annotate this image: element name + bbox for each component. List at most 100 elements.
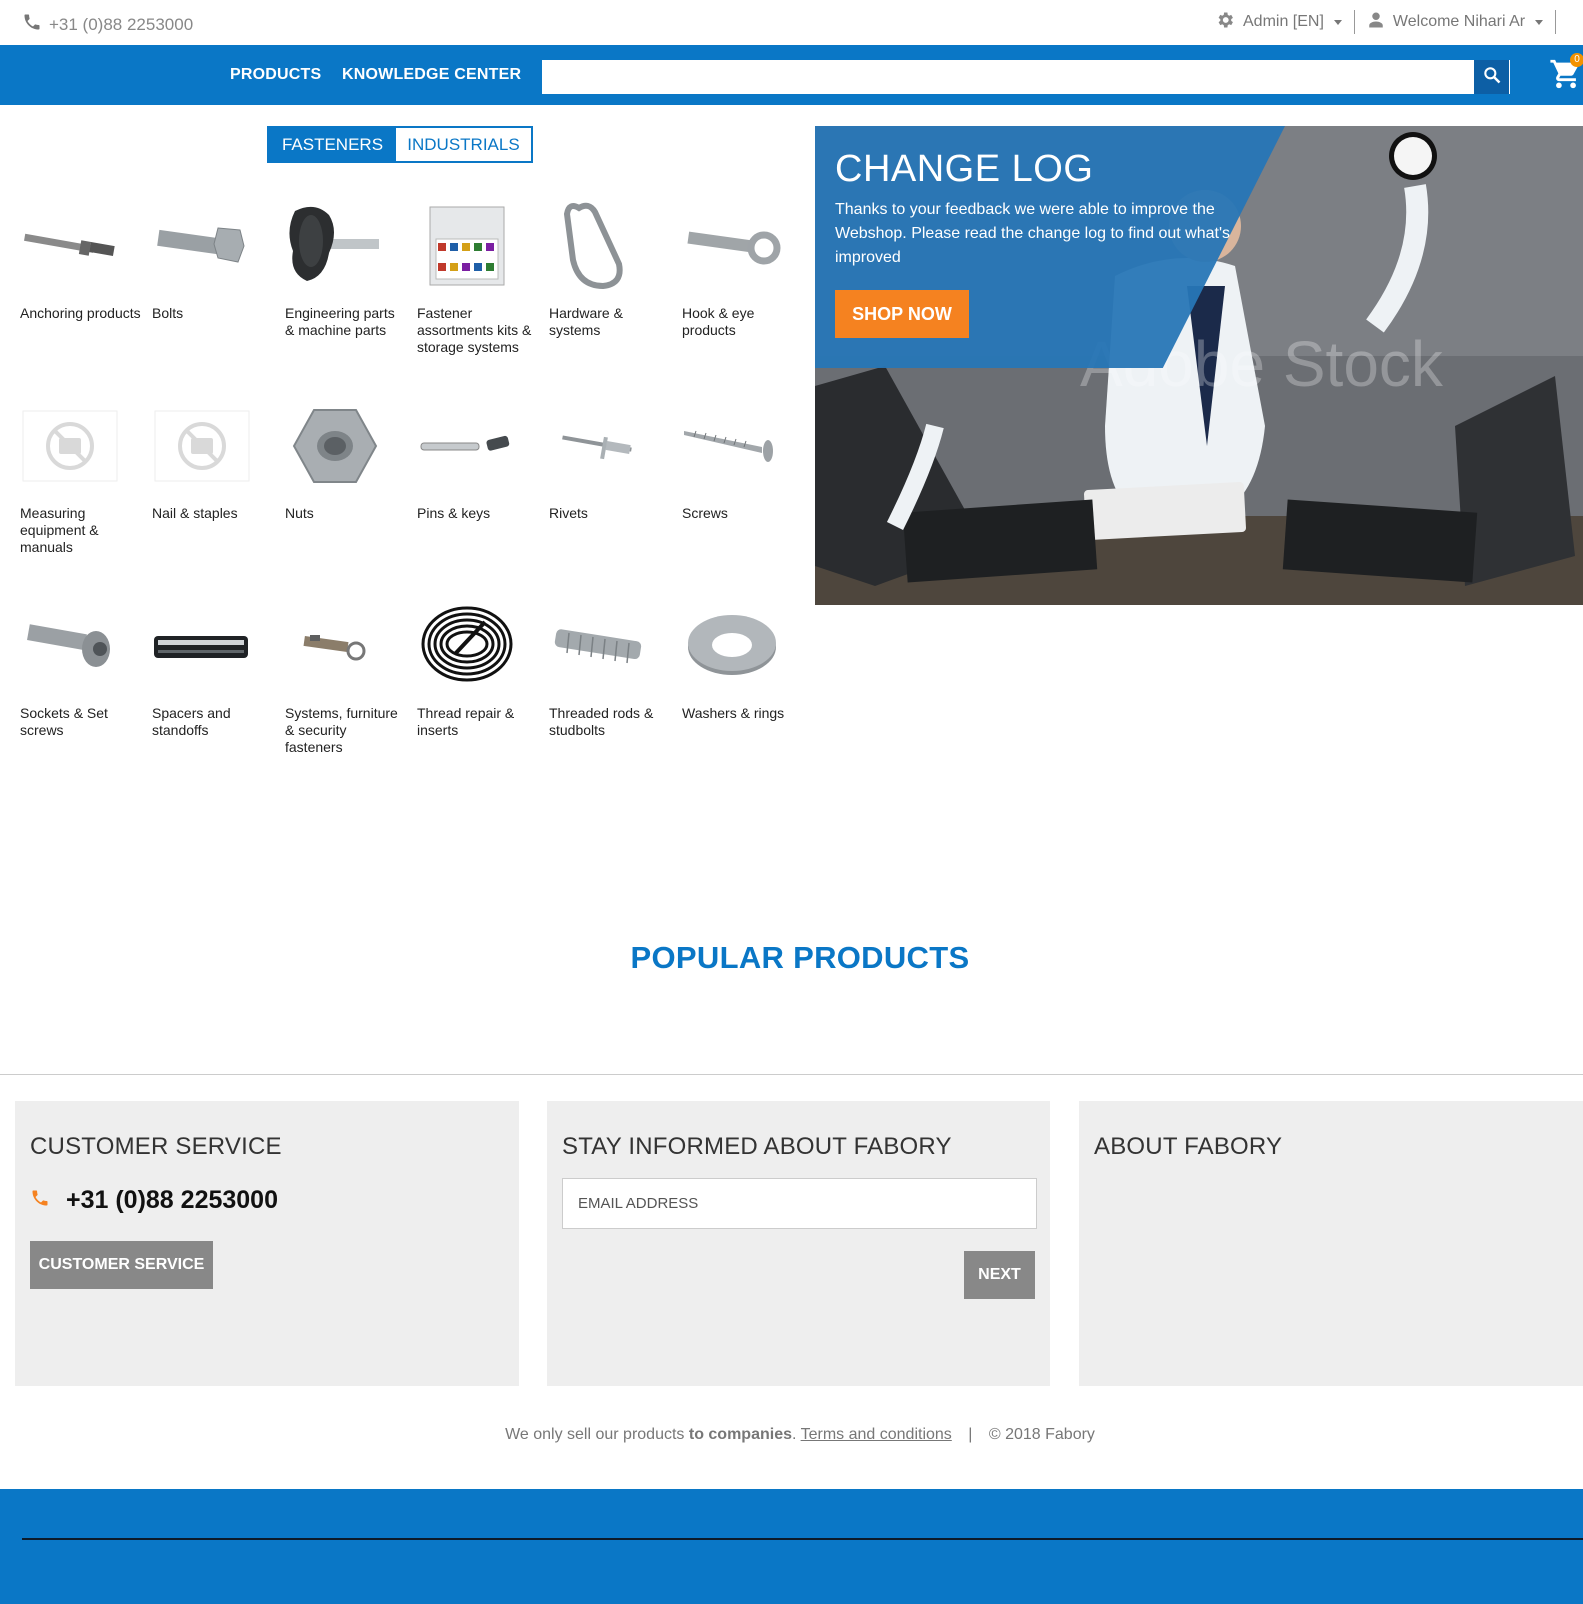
customer-service-phone-text: +31 (0)88 2253000: [66, 1186, 278, 1214]
category-label: Hardware & systems: [549, 305, 623, 338]
phone-icon: [22, 12, 42, 37]
tab-industrials[interactable]: INDUSTRIALS: [396, 128, 531, 161]
shop-now-button[interactable]: SHOP NOW: [835, 290, 969, 338]
search-button[interactable]: [1474, 60, 1509, 94]
washer-icon: [682, 598, 782, 693]
category-label: Pins & keys: [417, 505, 491, 521]
divider: [1555, 10, 1557, 34]
category-label: Anchoring products: [20, 305, 141, 321]
category-tabs: FASTENERS INDUSTRIALS: [267, 126, 533, 163]
category-bolts[interactable]: Bolts: [152, 198, 274, 322]
copyright: © 2018 Fabory: [988, 1426, 1095, 1443]
category-label: Nail & staples: [152, 505, 238, 521]
pin-icon: [417, 398, 517, 493]
phone-icon: [30, 1186, 50, 1215]
footnote-bold: to companies: [688, 1426, 792, 1443]
category-spacers-standoffs[interactable]: Spacers and standoffs: [152, 598, 274, 739]
carabiner-icon: [549, 198, 649, 293]
cart-button[interactable]: 0: [1549, 53, 1583, 93]
category-washers-rings[interactable]: Washers & rings: [682, 598, 804, 722]
category-nuts[interactable]: Nuts: [285, 398, 407, 522]
divider: [0, 1074, 1583, 1075]
category-engineering-parts[interactable]: Engineering parts & machine parts: [285, 198, 407, 339]
category-anchoring-products[interactable]: Anchoring products: [20, 198, 142, 322]
about-fabory-box: ABOUT FABORY: [1079, 1101, 1583, 1386]
change-log-banner: Adobe Stock CHANGE LOG Thanks to your fe…: [815, 126, 1583, 605]
category-label: Bolts: [152, 305, 184, 321]
banner-description: Thanks to your feedback we were able to …: [835, 201, 1231, 266]
eye-bolt-icon: [682, 198, 782, 293]
user-menu[interactable]: Welcome Nihari Ar: [1355, 10, 1555, 34]
about-fabory-title: ABOUT FABORY: [1094, 1133, 1283, 1160]
top-bar: +31 (0)88 2253000 Admin [EN] Welcome Nih…: [0, 0, 1583, 45]
bolt-icon: [152, 198, 252, 293]
furniture-fastener-icon: [285, 598, 385, 693]
category-hook-eye-products[interactable]: Hook & eye products: [682, 198, 804, 339]
header-phone[interactable]: +31 (0)88 2253000: [22, 12, 193, 37]
category-label: Systems, furniture & security fasteners: [285, 705, 398, 755]
cart-count-badge: 0: [1570, 53, 1583, 67]
chevron-down-icon: [1333, 19, 1342, 25]
hex-nut-icon: [285, 398, 385, 493]
chevron-down-icon: [1535, 19, 1544, 25]
legal-footnote: We only sell our products to companies. …: [0, 1426, 1583, 1444]
threaded-rod-icon: [549, 598, 649, 693]
category-systems-furniture-security[interactable]: Systems, furniture & security fasteners: [285, 598, 407, 756]
spacer-icon: [152, 598, 252, 693]
category-pins-keys[interactable]: Pins & keys: [417, 398, 539, 522]
category-label: Spacers and standoffs: [152, 705, 231, 738]
banner-title: CHANGE LOG: [835, 148, 1094, 190]
customer-service-button[interactable]: CUSTOMER SERVICE: [30, 1241, 213, 1289]
customer-service-title: CUSTOMER SERVICE: [30, 1133, 282, 1160]
category-label: Hook & eye products: [682, 305, 755, 338]
category-label: Rivets: [549, 505, 588, 521]
popular-products-heading: POPULAR PRODUCTS: [630, 940, 970, 975]
no-image-icon: [152, 398, 252, 493]
bottom-bar: [0, 1489, 1583, 1604]
category-label: Threaded rods & studbolts: [549, 705, 654, 738]
rivet-icon: [549, 398, 649, 493]
category-label: Fastener assortments kits & storage syst…: [417, 305, 532, 355]
user-icon: [1367, 11, 1385, 34]
category-fastener-assortments[interactable]: Fastener assortments kits & storage syst…: [417, 198, 539, 356]
customer-service-box: CUSTOMER SERVICE +31 (0)88 2253000 CUSTO…: [15, 1101, 519, 1386]
footnote-separator: |: [968, 1426, 973, 1443]
category-label: Measuring equipment & manuals: [20, 505, 99, 555]
anchor-bolt-icon: [20, 198, 120, 293]
category-measuring-equipment[interactable]: Measuring equipment & manuals: [20, 398, 142, 556]
category-label: Sockets & Set screws: [20, 705, 108, 738]
next-button[interactable]: NEXT: [964, 1251, 1035, 1299]
category-hardware-systems[interactable]: Hardware & systems: [549, 198, 671, 339]
footnote-dot: .: [792, 1426, 797, 1443]
category-label: Washers & rings: [682, 705, 785, 721]
category-label: Nuts: [285, 505, 314, 521]
category-label: Screws: [682, 505, 728, 521]
nav-products[interactable]: PRODUCTS: [230, 66, 321, 84]
thread-insert-icon: [417, 598, 517, 693]
screw-icon: [682, 398, 782, 493]
category-threaded-rods[interactable]: Threaded rods & studbolts: [549, 598, 671, 739]
category-rivets[interactable]: Rivets: [549, 398, 671, 522]
main-nav: PRODUCTS KNOWLEDGE CENTER 0: [0, 45, 1583, 105]
no-image-icon: [20, 398, 120, 493]
terms-link[interactable]: Terms and conditions: [801, 1426, 952, 1443]
search-input[interactable]: [542, 60, 1510, 94]
assortment-box-icon: [417, 198, 517, 293]
knob-icon: [285, 198, 385, 293]
newsletter-box: STAY INFORMED ABOUT FABORY NEXT: [547, 1101, 1050, 1386]
nav-knowledge-center[interactable]: KNOWLEDGE CENTER: [342, 66, 521, 84]
welcome-label: Welcome Nihari Ar: [1392, 13, 1526, 30]
category-screws[interactable]: Screws: [682, 398, 804, 522]
category-label: Thread repair & inserts: [417, 705, 515, 738]
email-field[interactable]: [562, 1178, 1037, 1229]
category-thread-repair-inserts[interactable]: Thread repair & inserts: [417, 598, 539, 739]
divider: [22, 1538, 1583, 1540]
admin-language-menu[interactable]: Admin [EN]: [1203, 10, 1354, 34]
gear-icon: [1215, 10, 1235, 35]
customer-service-phone[interactable]: +31 (0)88 2253000: [30, 1186, 278, 1215]
category-sockets-set-screws[interactable]: Sockets & Set screws: [20, 598, 142, 739]
footnote-prefix: We only sell our products: [505, 1426, 689, 1443]
tab-fasteners[interactable]: FASTENERS: [269, 128, 396, 161]
admin-label: Admin [EN]: [1243, 13, 1324, 30]
category-nail-staples[interactable]: Nail & staples: [152, 398, 274, 522]
